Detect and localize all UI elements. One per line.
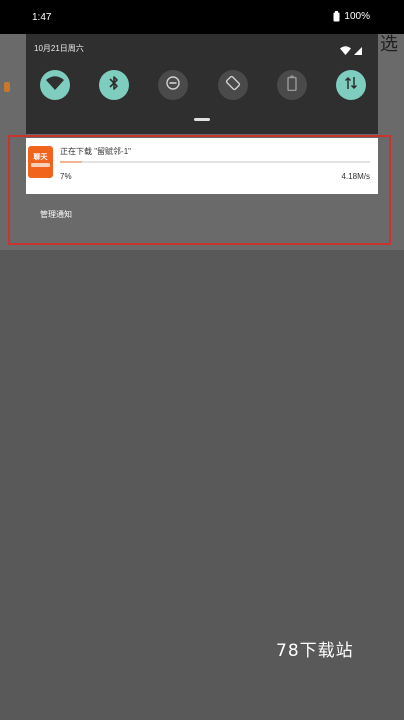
qs-tile-battery-saver[interactable] [276, 70, 307, 100]
highlight-frame [8, 135, 391, 245]
status-right-group: 100% [333, 11, 370, 22]
qs-network-status [340, 42, 362, 60]
status-bar: 1:47 100% [0, 0, 404, 34]
qs-tiles-row [40, 70, 366, 100]
mobile-data-icon [344, 75, 358, 96]
wifi-icon [46, 75, 64, 95]
quick-settings-panel: 10月21日周六 [26, 34, 378, 134]
qs-tile-mobile-data[interactable] [335, 70, 366, 100]
battery-icon [333, 11, 340, 22]
background-app-marker [4, 82, 10, 92]
qs-tile-auto-rotate[interactable] [217, 70, 248, 100]
watermark: 78下载站 [276, 641, 354, 661]
status-time: 1:47 [32, 12, 52, 23]
battery-percent: 100% [344, 11, 370, 22]
qs-tile-bluetooth[interactable] [99, 70, 130, 100]
do-not-disturb-icon [166, 75, 181, 95]
wifi-signal-icon [340, 42, 351, 60]
qs-date: 10月21日周六 [34, 44, 84, 53]
bluetooth-icon [109, 75, 119, 96]
qs-drag-handle[interactable] [194, 118, 210, 121]
qs-tile-do-not-disturb[interactable] [158, 70, 189, 100]
auto-rotate-icon [225, 75, 241, 96]
battery-saver-icon [287, 75, 297, 96]
cell-signal-icon [354, 42, 362, 60]
qs-tile-wifi[interactable] [40, 70, 70, 100]
